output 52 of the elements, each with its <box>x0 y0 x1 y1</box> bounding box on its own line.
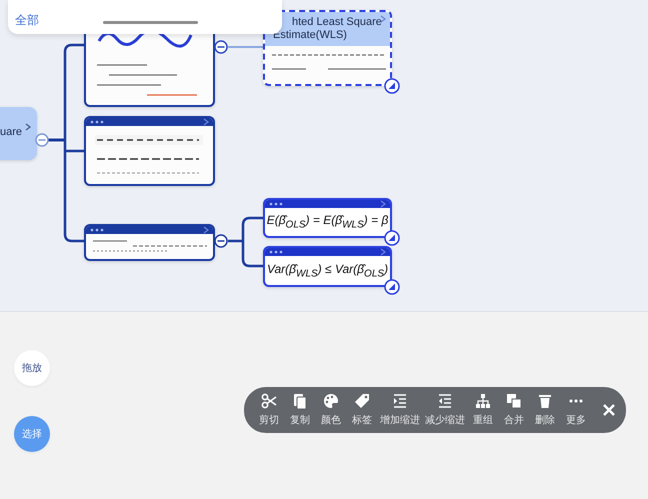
toolbar-button[interactable]: 更多 <box>561 393 591 427</box>
chevron-icon[interactable] <box>380 200 386 208</box>
merge-icon <box>506 393 522 409</box>
toolbar-button[interactable]: 增加缩进 <box>378 393 422 427</box>
mind-map-node[interactable]: uare <box>0 107 37 160</box>
resize-handle[interactable] <box>384 230 400 246</box>
mode-button[interactable]: 拖放 <box>14 350 50 386</box>
resize-handle[interactable] <box>384 279 400 295</box>
chevron-icon[interactable] <box>380 15 386 23</box>
more-icon <box>568 399 584 403</box>
resize-handle[interactable] <box>384 78 400 94</box>
toolbar-button[interactable]: 剪切 <box>254 393 284 427</box>
scissors-icon <box>261 393 277 409</box>
connector-line <box>228 46 263 48</box>
node-title: uare <box>0 126 22 138</box>
toolbar-button[interactable]: 标签 <box>347 393 377 427</box>
hierarchy-icon <box>475 393 491 409</box>
mode-button[interactable]: 选择 <box>14 416 50 452</box>
toolbar-button[interactable]: 颜色 <box>316 393 346 427</box>
toolbar-button[interactable]: 重组 <box>468 393 498 427</box>
palette-icon <box>323 393 339 409</box>
close-icon[interactable] <box>602 403 616 417</box>
indent-icon <box>392 393 408 409</box>
toolbar-button[interactable]: 复制 <box>285 393 315 427</box>
dots-icon[interactable] <box>269 250 283 254</box>
drag-handle[interactable] <box>103 21 198 24</box>
trash-icon <box>537 393 553 409</box>
mind-map-node[interactable]: E(β̂$_{OLS}$) = E(β̂$_{WLS}$) = β <box>263 198 392 238</box>
chevron-icon[interactable] <box>203 226 209 234</box>
node-title: hted Least Square <box>292 16 382 29</box>
mind-map-node[interactable] <box>84 116 215 186</box>
chevron-icon[interactable] <box>380 248 386 256</box>
dots-icon[interactable] <box>269 202 283 206</box>
collapse-icon[interactable] <box>214 40 228 54</box>
formula-text: Var(β̂$_{WLS}$) ≤ Var(β̂$_{OLS}$) <box>266 262 388 280</box>
tab[interactable]: 全部 <box>15 12 39 29</box>
tag-icon <box>354 393 370 409</box>
chevron-icon[interactable] <box>25 123 31 131</box>
outdent-icon <box>437 393 453 409</box>
toolbar-button[interactable]: 减少缩进 <box>423 393 467 427</box>
mind-map-node[interactable]: hted Least Square Estimate(WLS) <box>263 10 392 86</box>
collapse-icon[interactable] <box>214 234 228 248</box>
dots-icon[interactable] <box>90 228 104 232</box>
chevron-icon[interactable] <box>203 118 209 126</box>
node-title: Estimate(WLS) <box>273 29 347 42</box>
mind-map-node[interactable] <box>84 224 215 261</box>
copy-icon <box>292 393 308 409</box>
formula-text: E(β̂$_{OLS}$) = E(β̂$_{WLS}$) = β <box>266 213 388 231</box>
toolbar-button[interactable]: 删除 <box>530 393 560 427</box>
toolbar-button[interactable]: 合并 <box>499 393 529 427</box>
dots-icon[interactable] <box>90 120 104 124</box>
mind-map-node[interactable]: Var(β̂$_{WLS}$) ≤ Var(β̂$_{OLS}$) <box>263 246 392 287</box>
